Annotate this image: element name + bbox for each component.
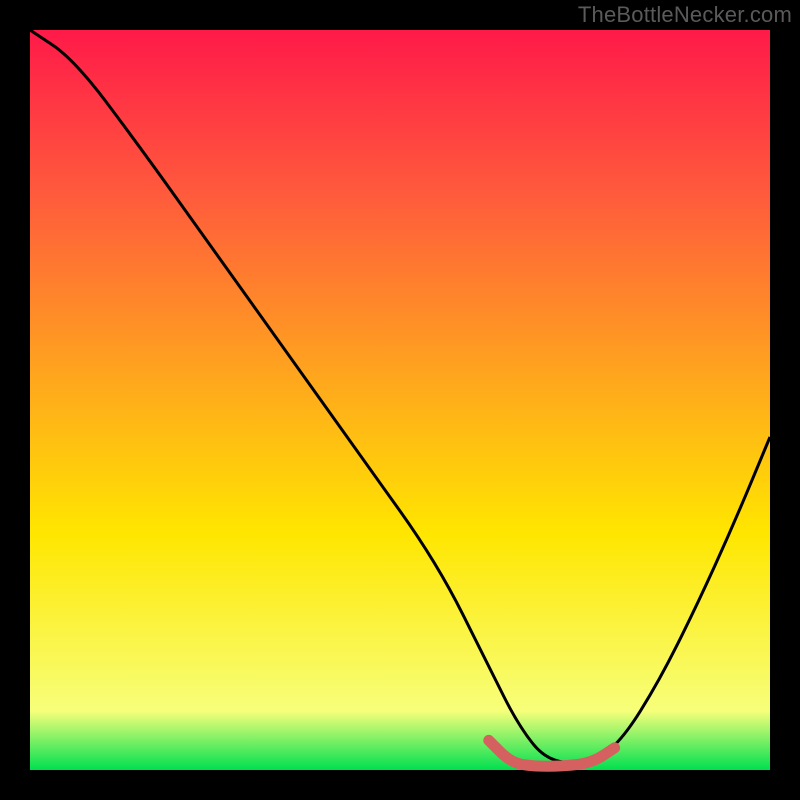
watermark-text: TheBottleNecker.com: [578, 2, 792, 28]
chart-container: TheBottleNecker.com: [0, 0, 800, 800]
bottleneck-chart: [0, 0, 800, 800]
plot-area-gradient: [30, 30, 770, 770]
